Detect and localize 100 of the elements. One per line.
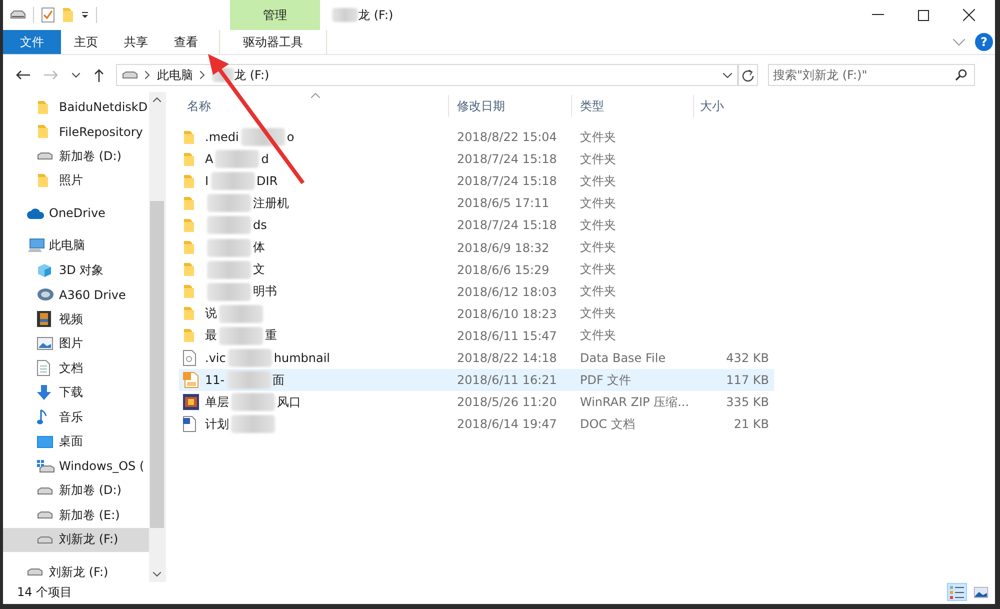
sidebar-item[interactable]: 桌面 xyxy=(3,430,149,454)
file-row[interactable]: A d 2018/7/24 15:18 文件夹 xyxy=(179,148,774,170)
close-icon[interactable] xyxy=(963,9,975,21)
file-name: I xyxy=(205,174,209,188)
type-cell: DOC 文档 xyxy=(580,416,635,433)
sidebar-item[interactable]: 新加卷 (D:) xyxy=(3,144,149,168)
sidebar-item[interactable]: 下载 xyxy=(3,380,149,405)
maximize-icon[interactable] xyxy=(918,10,929,20)
refresh-button[interactable] xyxy=(738,64,758,86)
drive-icon xyxy=(37,536,53,544)
redaction-patch xyxy=(219,326,263,345)
file-row[interactable]: 计划 2018/6/14 19:47 DOC 文档 21 KB xyxy=(179,413,774,436)
sidebar-item[interactable]: OneDrive xyxy=(3,201,149,226)
help-button[interactable]: ? xyxy=(975,33,993,51)
dropdown-icon[interactable] xyxy=(81,11,89,19)
date-cell: 2018/6/11 16:21 xyxy=(457,373,557,388)
picture-icon xyxy=(37,337,53,350)
ribbon-tab[interactable]: 查看 xyxy=(161,30,211,54)
file-name: 重 xyxy=(265,327,277,344)
chevron-right-icon[interactable] xyxy=(200,71,205,79)
document-icon xyxy=(183,416,196,432)
drive-icon xyxy=(37,511,53,520)
file-name: 计划 xyxy=(205,416,229,433)
sidebar-item[interactable]: 此电脑 xyxy=(3,234,149,258)
computer-icon xyxy=(27,238,45,254)
up-icon[interactable] xyxy=(94,68,104,82)
folder-icon xyxy=(37,124,49,140)
sidebar-item[interactable]: 新加卷 (E:) xyxy=(3,503,149,528)
file-row[interactable]: 体 2018/6/9 18:32 文件夹 xyxy=(179,236,774,259)
windows-drive-icon xyxy=(37,460,55,473)
scroll-down-icon[interactable] xyxy=(153,572,161,577)
scrollbar[interactable] xyxy=(149,92,165,582)
redaction-patch xyxy=(231,393,275,412)
file-row[interactable]: 11- 面 2018/6/11 16:21 PDF 文件 117 KB xyxy=(179,369,774,392)
folder-icon xyxy=(183,284,195,300)
file-name: 注册机 xyxy=(253,194,289,212)
sidebar-item[interactable]: A360 Drive xyxy=(3,282,149,307)
sidebar-item[interactable]: 刘新龙 (F:) xyxy=(3,528,149,552)
file-row[interactable]: 说 2018/6/10 18:23 文件夹 xyxy=(179,302,774,325)
file-name: .medi xyxy=(205,130,239,144)
redaction-patch xyxy=(219,304,263,323)
date-cell: 2018/8/22 14:18 xyxy=(457,350,557,365)
ribbon-tab[interactable]: 驱动器工具 xyxy=(219,30,327,54)
file-name: 11- xyxy=(205,373,225,388)
chevron-down-icon[interactable] xyxy=(953,38,965,46)
date-cell: 2018/6/6 15:29 xyxy=(457,262,550,277)
file-row[interactable]: .medi o 2018/8/22 15:04 文件夹 xyxy=(179,126,774,148)
file-name: d xyxy=(261,152,269,166)
column-header[interactable]: 类型 xyxy=(572,95,694,117)
file-row[interactable]: 注册机 2018/6/5 17:11 文件夹 xyxy=(179,192,774,214)
file-row[interactable]: 最 重 2018/6/11 15:47 文件夹 xyxy=(179,324,774,347)
search-icon[interactable] xyxy=(955,69,967,81)
caret-icon[interactable] xyxy=(723,72,732,78)
sidebar-item[interactable]: 照片 xyxy=(3,168,149,193)
file-row[interactable]: ds 2018/7/24 15:18 文件夹 xyxy=(179,214,774,236)
breadcrumb[interactable]: 此电脑 xyxy=(157,66,193,84)
sidebar-item[interactable]: 3D 对象 xyxy=(3,258,149,282)
sidebar-item[interactable]: 新加卷 (D:) xyxy=(3,478,149,503)
redaction-patch xyxy=(228,348,272,367)
sidebar-item[interactable]: 刘新龙 (F:) xyxy=(3,560,149,582)
context-tab-group: 管理 xyxy=(230,0,320,30)
column-header[interactable]: 修改日期 xyxy=(449,95,572,117)
address-bar[interactable]: 此电脑 龙 (F:) xyxy=(116,64,738,86)
sidebar-item[interactable]: FileRepository xyxy=(3,120,149,144)
drive-icon[interactable] xyxy=(10,10,26,20)
file-row[interactable]: 单层 风口 2018/5/26 11:20 WinRAR ZIP 压缩... 335 KB xyxy=(179,391,774,414)
sidebar-item[interactable]: 音乐 xyxy=(3,405,149,430)
ribbon-tab[interactable]: 文件 xyxy=(3,30,61,54)
back-icon[interactable] xyxy=(16,70,30,80)
breadcrumb[interactable]: 龙 (F:) xyxy=(234,66,270,84)
sidebar-item[interactable]: 视频 xyxy=(3,307,149,332)
details-view-button[interactable] xyxy=(947,583,967,601)
checklist-icon[interactable] xyxy=(41,7,55,23)
redaction-patch xyxy=(207,216,251,234)
file-row[interactable]: I DIR 2018/7/24 15:18 文件夹 xyxy=(179,170,774,192)
column-header[interactable]: 大小 xyxy=(694,95,774,117)
sidebar-item[interactable]: 图片 xyxy=(3,332,149,356)
sidebar-item[interactable]: Windows_OS ( xyxy=(3,454,149,478)
type-cell: PDF 文件 xyxy=(580,372,632,389)
file-row[interactable]: .vic humbnail 2018/8/22 14:18 Data Base File 432 KB xyxy=(179,346,774,370)
ribbon-tab[interactable]: 主页 xyxy=(61,30,111,54)
sidebar-item[interactable]: 文档 xyxy=(3,356,149,380)
column-header[interactable]: 名称 xyxy=(179,95,449,117)
file-row[interactable]: 明书 2018/6/12 18:03 文件夹 xyxy=(179,280,774,303)
minimize-icon[interactable] xyxy=(872,14,884,16)
file-name: 说 xyxy=(205,305,217,322)
chevron-right-icon[interactable] xyxy=(145,71,150,79)
ribbon-tab[interactable]: 共享 xyxy=(111,30,161,54)
date-cell: 2018/5/26 11:20 xyxy=(457,395,557,410)
archive-icon xyxy=(183,394,199,410)
search-field[interactable]: 搜索"刘新龙 (F:)" xyxy=(768,64,975,86)
sidebar-item[interactable]: BaiduNetdiskD xyxy=(3,95,149,120)
drive-icon xyxy=(27,568,43,576)
scroll-up-icon[interactable] xyxy=(153,97,161,102)
file-row[interactable]: 文 2018/6/6 15:29 文件夹 xyxy=(179,258,774,281)
file-name: DIR xyxy=(256,174,278,188)
redaction-patch xyxy=(210,172,255,190)
size-cell: 335 KB xyxy=(726,395,769,410)
caret-icon[interactable] xyxy=(72,72,80,78)
file-name: 体 xyxy=(253,239,265,256)
